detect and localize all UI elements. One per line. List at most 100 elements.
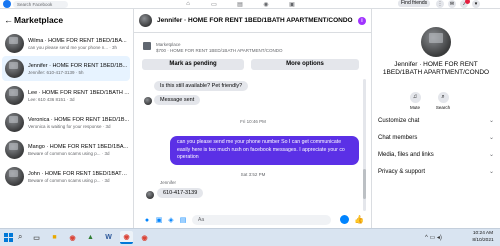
chat-panel: Jennifer · HOME FOR RENT 1BED/1BATH APAR…	[134, 9, 372, 228]
chevron-down-icon: ⌄	[488, 118, 494, 124]
sender-name: Jennifer	[160, 180, 177, 185]
facebook-top-bar: Search Facebook ⌂ ▭ ▤ ◉ ▣ Find friends ⋮…	[0, 0, 500, 9]
chat-header: Jennifer · HOME FOR RENT 1BED/1BATH APAR…	[134, 9, 372, 33]
windows-taskbar: ⌕ ▭ ■ ◉ ▲ W ◉ ◉ ^ ▭ ◂) 10:24 AM 8/10/202…	[0, 228, 500, 246]
windows-start-icon[interactable]	[4, 233, 13, 242]
task-view-icon[interactable]: ▭	[30, 231, 43, 244]
conversation-preview: Lee: 610 436 8151 · 3d	[28, 96, 75, 102]
listing-thumbnail[interactable]	[143, 42, 151, 50]
account-icon[interactable]: ▾	[472, 0, 480, 8]
home-nav-icon[interactable]: ⌂	[180, 0, 196, 8]
conversation-title: Lee · HOME FOR RENT 1BED/1BATH A...	[28, 89, 130, 96]
app-icon[interactable]: ▲	[84, 231, 97, 244]
listing-price[interactable]: $700 · HOME FOR RENT 1BED/1BATH APARTMEN…	[156, 48, 282, 53]
menu-icon[interactable]: ⋮	[436, 0, 444, 8]
taskbar-search-icon[interactable]: ⌕	[18, 232, 22, 242]
mute-button[interactable]: ♫ Mute	[405, 92, 425, 110]
facebook-search-input[interactable]: Search Facebook	[13, 1, 68, 8]
media-files-links-row[interactable]: Media, files and links ⌄	[378, 148, 496, 162]
avatar[interactable]	[139, 14, 152, 27]
messenger-icon[interactable]: ✉	[448, 0, 456, 8]
chrome-icon[interactable]: ◉	[66, 231, 79, 244]
conversation-title: John · HOME FOR RENT 1BED/1BATH...	[28, 170, 130, 177]
conversation-list-panel: ← Marketplace Wilma · HOME FOR RENT 1BED…	[0, 9, 134, 228]
message-input[interactable]: Aa	[192, 215, 331, 225]
row-label: Privacy & support	[378, 169, 426, 175]
chat-title[interactable]: Jennifer · HOME FOR RENT 1BED/1BATH APAR…	[157, 17, 353, 24]
marketplace-nav-icon[interactable]: ▤	[232, 0, 248, 8]
bell-icon: ♫	[409, 92, 421, 103]
mute-label: Mute	[409, 105, 420, 110]
file-explorer-icon[interactable]: ■	[48, 231, 61, 244]
avatar	[5, 34, 24, 53]
left-header: ← Marketplace	[0, 9, 133, 31]
search-button[interactable]: ⌕ Search	[433, 92, 453, 110]
marketplace-label: Marketplace	[156, 42, 181, 47]
conversation-title: Veronica · HOME FOR RENT 1BED/1B...	[28, 116, 130, 123]
conversation-item[interactable]: Lee · HOME FOR RENT 1BED/1BATH A... Lee:…	[2, 83, 130, 108]
conversation-item-selected[interactable]: Jennifer · HOME FOR RENT 1BED/1B... Jenn…	[2, 56, 130, 81]
conversation-preview: Beware of common scams using p... · 3d	[28, 177, 110, 183]
avatar[interactable]	[421, 27, 451, 57]
incoming-message: 610-417-3139	[157, 188, 204, 198]
chat-scrollbar[interactable]	[363, 79, 366, 211]
more-options-button[interactable]: More options	[251, 59, 359, 70]
conversation-preview: Beware of common scams using p... · 3d	[28, 150, 110, 156]
incoming-message: Is this still available? Pet friendly?	[154, 81, 249, 91]
conversation-title: Mango · HOME FOR RENT 1BED/1BAT...	[28, 143, 130, 150]
conversation-title: Jennifer · HOME FOR RENT 1BED/1B...	[28, 62, 128, 69]
mark-as-pending-button[interactable]: Mark as pending	[142, 59, 244, 70]
conversation-info-panel: Jennifer · HOME FOR RENT 1BED/1BATH APAR…	[372, 9, 500, 228]
conversation-title: Wilma · HOME FOR RENT 1BED/1BA...	[28, 37, 127, 44]
customize-chat-row[interactable]: Customize chat ⌄	[378, 114, 496, 128]
chat-members-row[interactable]: Chat members ⌄	[378, 131, 496, 145]
taskbar-clock[interactable]: 10:24 AM 8/10/2021	[468, 231, 498, 244]
avatar	[5, 140, 24, 159]
message-timestamp: Sat 3:52 PM	[240, 172, 266, 177]
chevron-down-icon: ⌄	[488, 169, 494, 175]
facebook-logo[interactable]	[3, 0, 11, 8]
conversation-preview: Jennifer: 610-417-3139 · 5h	[28, 69, 84, 75]
info-icon[interactable]: i	[358, 17, 366, 25]
conversation-item[interactable]: John · HOME FOR RENT 1BED/1BATH... Bewar…	[2, 164, 130, 189]
row-label: Media, files and links	[378, 152, 434, 158]
marketplace-listing-card: Marketplace $700 · HOME FOR RENT 1BED/1B…	[136, 36, 366, 76]
chevron-down-icon: ⌄	[488, 152, 494, 158]
word-icon[interactable]: W	[102, 231, 115, 244]
back-arrow-icon[interactable]: ←	[4, 15, 14, 25]
groups-nav-icon[interactable]: ◉	[258, 0, 274, 8]
scrollbar-thumb[interactable]	[363, 169, 366, 199]
watch-nav-icon[interactable]: ▭	[206, 0, 222, 8]
privacy-support-row[interactable]: Privacy & support ⌄	[378, 165, 496, 179]
chrome-icon[interactable]: ◉	[138, 231, 151, 244]
conversation-preview: Veronica is waiting for your response · …	[28, 123, 111, 129]
contact-name: Jennifer · HOME FOR RENT 1BED/1BATH APAR…	[382, 61, 490, 76]
chrome-icon[interactable]: ◉	[120, 231, 133, 244]
incoming-message: Message sent	[154, 95, 201, 105]
notifications-icon[interactable]: ♪	[460, 0, 470, 8]
conversation-item[interactable]: Mango · HOME FOR RENT 1BED/1BAT... Bewar…	[2, 137, 130, 162]
emoji-icon[interactable]	[340, 215, 349, 224]
conversation-item[interactable]: Veronica · HOME FOR RENT 1BED/1B... Vero…	[2, 110, 130, 135]
avatar	[5, 86, 24, 105]
image-icon[interactable]: ▣	[154, 215, 164, 225]
avatar	[144, 97, 152, 105]
avatar	[146, 191, 154, 199]
conversation-preview: can you please send me your phone n... ·…	[28, 44, 118, 50]
avatar	[5, 167, 24, 186]
search-label: Search	[435, 105, 451, 110]
avatar	[5, 59, 24, 78]
clock-date: 8/10/2021	[472, 237, 494, 243]
message-composer: ● ▣ ◈ ▤ Aa 👍	[134, 213, 372, 227]
system-tray[interactable]: ^ ▭ ◂)	[425, 234, 442, 241]
sticker-icon[interactable]: ◈	[166, 215, 176, 225]
conversation-item[interactable]: Wilma · HOME FOR RENT 1BED/1BA... can yo…	[2, 31, 130, 56]
marketplace-title: Marketplace	[14, 15, 64, 25]
chevron-down-icon: ⌄	[488, 135, 494, 141]
find-friends-button[interactable]: Find friends	[398, 0, 431, 7]
thumbs-up-icon[interactable]: 👍	[354, 215, 364, 224]
gif-icon[interactable]: ▤	[178, 215, 188, 225]
avatar	[5, 113, 24, 132]
gaming-nav-icon[interactable]: ▣	[284, 0, 300, 8]
microphone-icon[interactable]: ●	[142, 215, 152, 225]
